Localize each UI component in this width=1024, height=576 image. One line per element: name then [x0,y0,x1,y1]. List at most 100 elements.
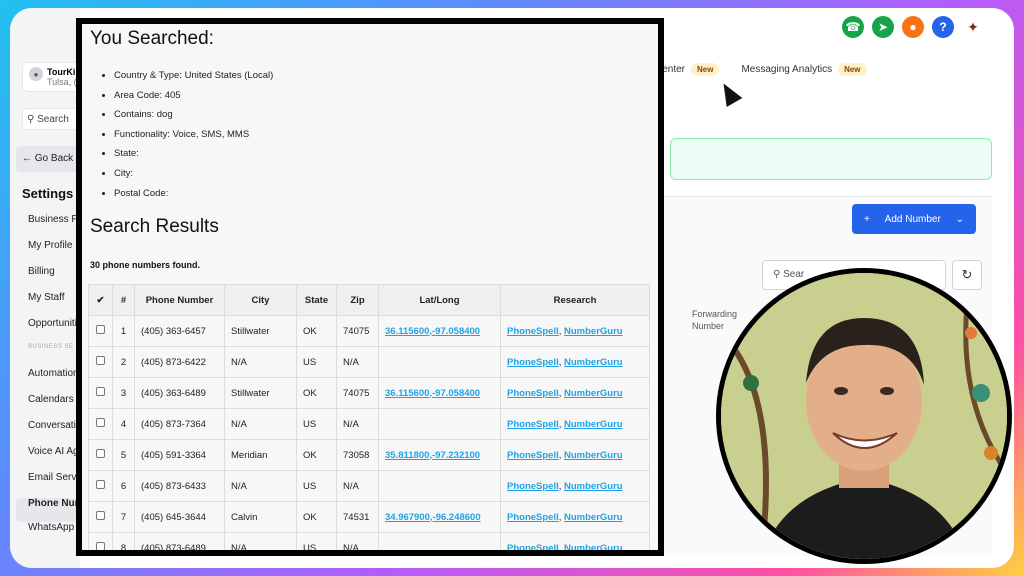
search-icon: ⚲ [27,114,35,125]
sidebar-item-automation[interactable]: Automation [28,368,79,379]
add-number-label: Add Number [884,213,941,225]
latlong-cell: 36.115600,-97.058400 [378,377,501,409]
criteria-item: State: [114,148,273,168]
row-phone: (405) 363-6457 [134,315,225,347]
avatar[interactable]: ✦ [962,16,984,38]
account-name: TourKi [47,67,76,77]
screen-canvas: ● TourKi Tulsa, ( ⚲ Search ← Go Back Set… [10,8,1014,568]
latlong-link[interactable]: 36.115600,-97.058400 [385,388,480,399]
add-number-button[interactable]: + Add Number ⌄ [852,204,976,234]
row-index: 8 [112,532,135,550]
latlong-cell [378,346,501,378]
tab-messaging-analytics[interactable]: Messaging Analytics New [741,63,867,76]
row-research: PhoneSpell, NumberGuru [500,501,650,533]
results-count: 30 phone numbers found. [90,260,201,270]
refresh-button[interactable]: ↻ [952,260,982,290]
sidebar-item-billing[interactable]: Billing [28,266,55,277]
phonespell-link[interactable]: PhoneSpell [507,326,559,337]
sidebar [10,8,80,568]
phonespell-link[interactable]: PhoneSpell [507,481,559,492]
numberguru-link[interactable]: NumberGuru [564,481,623,492]
row-index: 1 [112,315,135,347]
row-city: Stillwater [224,315,297,347]
sidebar-item-voice-ai[interactable]: Voice AI Ag [28,446,79,457]
latlong-cell: 34.967900,-96.248600 [378,501,501,533]
phonespell-link[interactable]: PhoneSpell [507,357,559,368]
latlong-link[interactable]: 35.811800,-97.232100 [385,450,480,461]
sidebar-item-my-profile[interactable]: My Profile [28,240,72,251]
row-city: N/A [224,408,297,440]
numberguru-link[interactable]: NumberGuru [564,543,623,551]
row-index: 3 [112,377,135,409]
sidebar-item-my-staff[interactable]: My Staff [28,292,65,303]
checkbox-cell [88,439,113,471]
sidebar-item-business-profile[interactable]: Business P [28,214,78,225]
phonespell-link[interactable]: PhoneSpell [507,512,559,523]
account-switcher[interactable]: ● TourKi Tulsa, ( [22,62,82,92]
row-checkbox[interactable] [96,542,105,550]
table-row: 3 (405) 363-6489 Stillwater OK 74075 36.11560… [88,377,650,409]
row-research: PhoneSpell, NumberGuru [500,532,650,551]
col-number: # [112,284,135,316]
numberguru-link[interactable]: NumberGuru [564,419,623,430]
table-row: 5 (405) 591-3364 Meridian OK 73058 35.811800,… [88,439,650,471]
top-bar-icons: ☎ ➤ ● ? ✦ [842,16,984,38]
row-checkbox[interactable] [96,480,105,489]
row-city: N/A [224,470,297,502]
user-icon: ● [29,67,43,81]
row-zip: N/A [336,346,379,378]
go-back-button[interactable]: ← Go Back [16,146,80,172]
row-checkbox[interactable] [96,356,105,365]
sidebar-item-calendars[interactable]: Calendars [28,394,74,405]
tab-messaging-analytics-label: Messaging Analytics [741,64,833,75]
phonespell-link[interactable]: PhoneSpell [507,543,559,551]
col-check: ✔ [88,284,113,316]
numberguru-link[interactable]: NumberGuru [564,450,623,461]
latlong-link[interactable]: 36.115600,-97.058400 [385,326,480,337]
row-phone: (405) 645-3644 [134,501,225,533]
latlong-cell [378,532,501,550]
sidebar-item-email-services[interactable]: Email Servi [28,472,79,483]
checkbox-cell [88,470,113,502]
search-results-document: You Searched: Country & Type: United Sta… [76,18,664,556]
sidebar-item-whatsapp[interactable]: WhatsApp [28,522,74,533]
row-state: US [296,408,337,440]
phonespell-link[interactable]: PhoneSpell [507,388,559,399]
latlong-link[interactable]: 34.967900,-96.248600 [385,512,481,523]
searched-title: You Searched: [90,28,214,49]
tab-center[interactable]: Center New [655,63,720,76]
bell-icon[interactable]: ● [902,16,924,38]
sidebar-item-conversations[interactable]: Conversati [28,420,76,431]
row-checkbox[interactable] [96,325,105,334]
row-phone: (405) 873-6433 [134,470,225,502]
row-checkbox[interactable] [96,387,105,396]
help-icon[interactable]: ? [932,16,954,38]
numberguru-link[interactable]: NumberGuru [564,326,623,337]
latlong-cell [378,408,501,440]
new-badge: New [691,63,720,76]
go-back-label: Go Back [34,153,74,164]
numberguru-link[interactable]: NumberGuru [564,388,623,399]
criteria-item: Contains: dog [114,109,273,129]
row-index: 4 [112,408,135,440]
row-research: PhoneSpell, NumberGuru [500,470,650,502]
numberguru-link[interactable]: NumberGuru [564,512,623,523]
numberguru-link[interactable]: NumberGuru [564,357,623,368]
row-checkbox[interactable] [96,418,105,427]
table-row: 1 (405) 363-6457 Stillwater OK 74075 36.11560… [88,315,650,347]
row-state: OK [296,501,337,533]
info-banner [670,138,992,180]
sidebar-item-opportunities[interactable]: Opportuniti [28,318,77,329]
row-checkbox[interactable] [96,449,105,458]
phonespell-link[interactable]: PhoneSpell [507,450,559,461]
row-state: OK [296,315,337,347]
col-latlong: Lat/Long [378,284,501,316]
megaphone-icon[interactable]: ➤ [872,16,894,38]
table-row: 6 (405) 873-6433 N/A US N/A PhoneSpell, Numbe… [88,470,650,502]
row-phone: (405) 873-7364 [134,408,225,440]
phonespell-link[interactable]: PhoneSpell [507,419,559,430]
settings-title: Settings [22,186,74,201]
sidebar-search[interactable]: ⚲ Search [22,108,82,130]
row-checkbox[interactable] [96,511,105,520]
phone-icon[interactable]: ☎ [842,16,864,38]
